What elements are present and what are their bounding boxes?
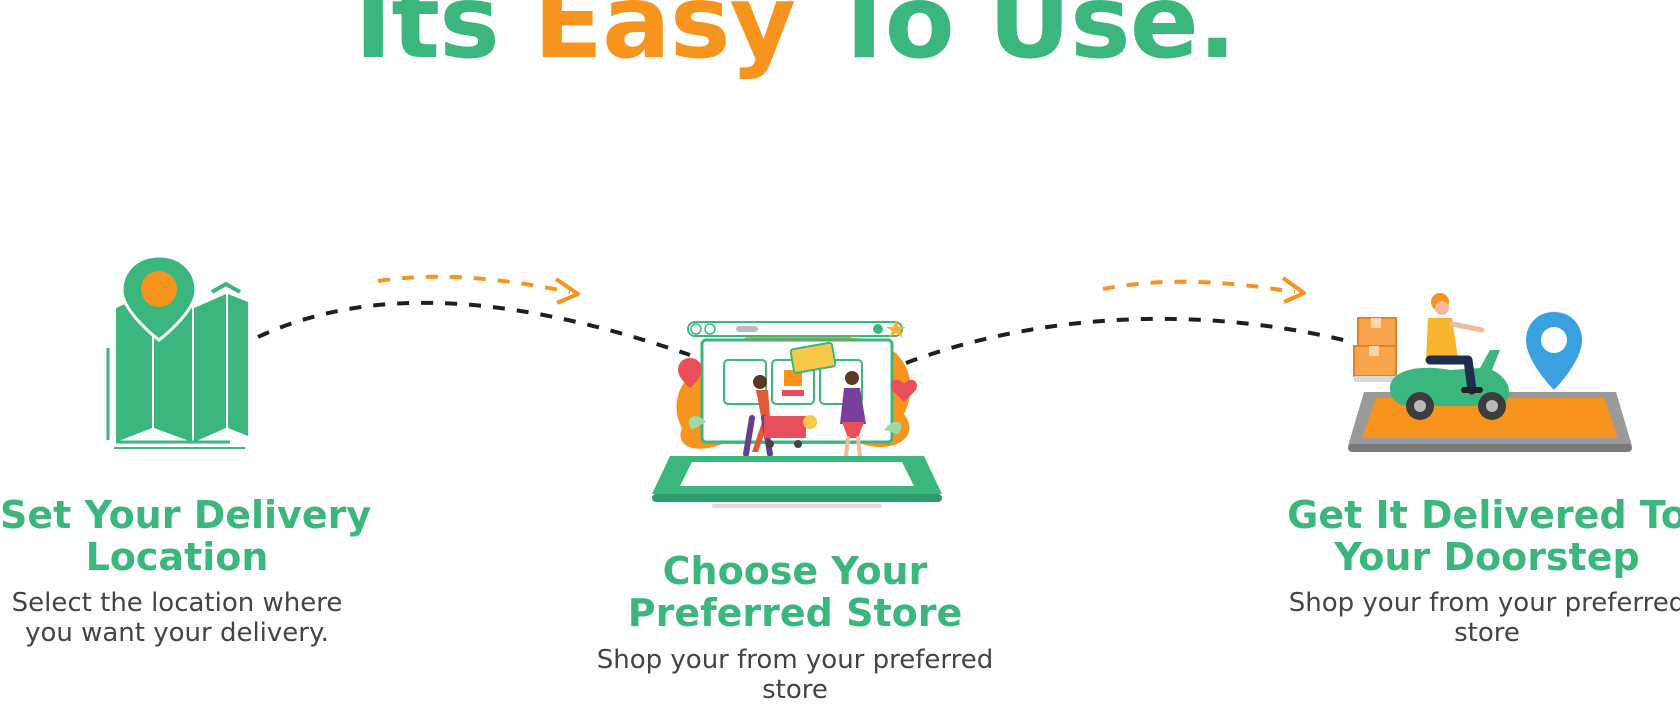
arrowhead-1 [554, 277, 580, 305]
online-store-laptop-icon [652, 320, 942, 508]
step-3-heading: Get It Delivered To Your Doorstep [1270, 494, 1680, 578]
step-1-description-line-1: Select the location where [11, 588, 343, 618]
delivery-scooter-icon [1348, 293, 1632, 452]
step-2-heading: Choose Your Preferred Store [570, 550, 1020, 634]
connector-orange-1 [377, 274, 571, 294]
step-1-description: Select the location where you want your … [0, 588, 354, 648]
step-1-heading: Set Your Delivery Location [0, 493, 372, 579]
step-1-description-line-2: you want your delivery. [25, 618, 329, 648]
connector-black-1 [257, 300, 691, 357]
step-2-heading-line-1: Choose Your [662, 549, 928, 593]
step-2-heading-line-2: Preferred Store [627, 591, 963, 635]
step-3-description-line-1: Shop your from your preferred [1288, 588, 1680, 618]
step-1-heading-line-1: Set Your Delivery [0, 493, 372, 537]
step-3-heading-line-1: Get It Delivered To [1287, 493, 1680, 537]
step-3-heading-line-2: Your Doorstep [1334, 535, 1640, 579]
arrowhead-2 [1281, 276, 1306, 304]
connector-orange-2 [1102, 279, 1296, 294]
connector-black-2 [905, 316, 1353, 365]
step-3-description-line-2: store [1454, 618, 1520, 648]
step-1-heading-line-2: Location [85, 535, 269, 579]
step-2-description: Shop your from your preferred store [570, 645, 1020, 705]
step-3-description: Shop your from your preferred store [1270, 588, 1680, 648]
map-pin-icon [106, 254, 248, 449]
step-2-description-line-1: Shop your from your preferred [596, 645, 994, 675]
step-2-description-line-2: store [762, 675, 828, 705]
